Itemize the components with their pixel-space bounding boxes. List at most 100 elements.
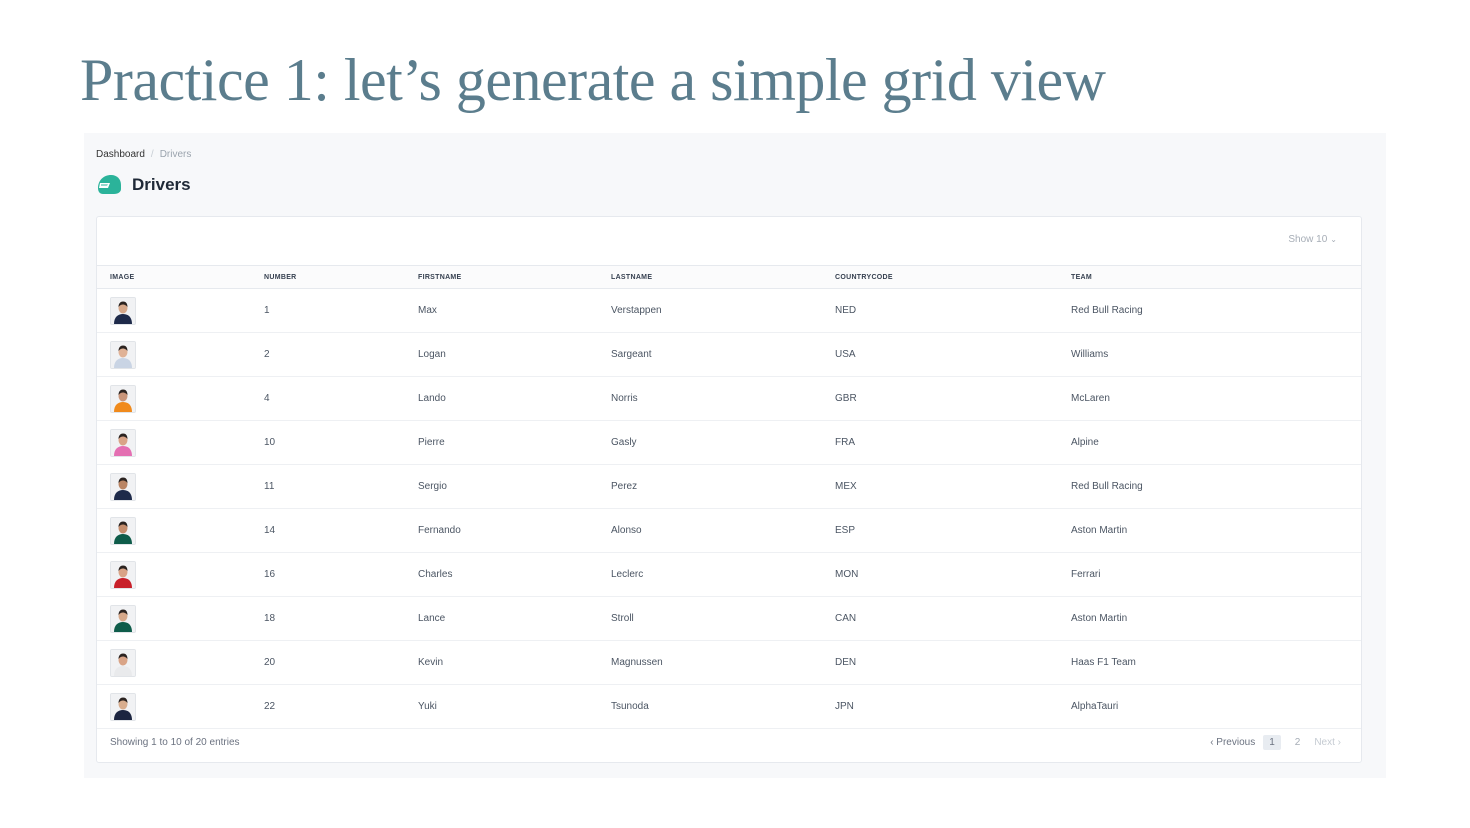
cell-lastname: Stroll — [598, 596, 822, 641]
cell-countrycode: ESP — [822, 508, 1058, 553]
driver-avatar — [110, 384, 136, 413]
pagination: ‹ Previous 1 2 Next › — [1210, 734, 1341, 750]
cell-number: 4 — [251, 376, 405, 421]
column-header-firstname[interactable]: FIRSTNAME — [405, 266, 598, 289]
next-page-button[interactable]: Next › — [1314, 737, 1341, 748]
table-toolbar: Show 10 ⌄ — [97, 217, 1361, 266]
cell-number: 16 — [251, 552, 405, 597]
cell-number: 2 — [251, 332, 405, 377]
cell-firstname: Logan — [405, 332, 598, 377]
table-row[interactable]: 16 Charles Leclerc MON Ferrari — [97, 552, 1361, 597]
page-size-select[interactable]: Show 10 ⌄ — [1288, 234, 1337, 245]
page-button-2[interactable]: 2 — [1289, 735, 1307, 750]
driver-avatar — [110, 296, 136, 325]
cell-lastname: Verstappen — [598, 288, 822, 333]
breadcrumb-separator: / — [150, 149, 154, 160]
cell-team: Williams — [1058, 332, 1361, 377]
helmet-icon — [98, 175, 121, 194]
cell-number: 1 — [251, 288, 405, 333]
driver-avatar — [110, 560, 136, 589]
driver-avatar — [110, 472, 136, 501]
cell-lastname: Norris — [598, 376, 822, 421]
table-row[interactable]: 14 Fernando Alonso ESP Aston Martin — [97, 508, 1361, 553]
cell-lastname: Sargeant — [598, 332, 822, 377]
driver-avatar — [110, 604, 136, 633]
cell-team: Red Bull Racing — [1058, 288, 1361, 333]
cell-firstname: Pierre — [405, 420, 598, 465]
breadcrumb: Dashboard / Drivers — [96, 149, 191, 160]
cell-team: Red Bull Racing — [1058, 464, 1361, 509]
cell-countrycode: MON — [822, 552, 1058, 597]
cell-firstname: Kevin — [405, 640, 598, 685]
drivers-table: IMAGE NUMBER FIRSTNAME LASTNAME COUNTRYC… — [97, 266, 1361, 729]
breadcrumb-current: Drivers — [159, 149, 192, 160]
cell-team: McLaren — [1058, 376, 1361, 421]
driver-avatar — [110, 648, 136, 677]
cell-number: 11 — [251, 464, 405, 509]
cell-image — [97, 596, 251, 641]
cell-firstname: Sergio — [405, 464, 598, 509]
chevron-right-icon: › — [1334, 736, 1341, 748]
column-header-image[interactable]: IMAGE — [97, 266, 251, 289]
drivers-table-card: Show 10 ⌄ IMAGE NUMBER FIRSTNAME LASTNAM… — [96, 216, 1362, 763]
page-title: Drivers — [132, 175, 191, 194]
slide-title: Practice 1: let’s generate a simple grid… — [80, 47, 1106, 113]
table-header-row: IMAGE NUMBER FIRSTNAME LASTNAME COUNTRYC… — [97, 266, 1361, 289]
cell-number: 20 — [251, 640, 405, 685]
cell-countrycode: CAN — [822, 596, 1058, 641]
column-header-team[interactable]: TEAM — [1058, 266, 1361, 289]
page-size-label: Show 10 — [1288, 234, 1328, 245]
column-header-number[interactable]: NUMBER — [251, 266, 405, 289]
cell-number: 18 — [251, 596, 405, 641]
entries-summary: Showing 1 to 10 of 20 entries — [110, 736, 240, 748]
previous-label: Previous — [1216, 736, 1256, 748]
cell-image — [97, 288, 251, 333]
table-row[interactable]: 20 Kevin Magnussen DEN Haas F1 Team — [97, 640, 1361, 685]
table-row[interactable]: 10 Pierre Gasly FRA Alpine — [97, 420, 1361, 465]
cell-image — [97, 376, 251, 421]
cell-lastname: Magnussen — [598, 640, 822, 685]
column-header-lastname[interactable]: LASTNAME — [598, 266, 822, 289]
previous-page-button[interactable]: ‹ Previous — [1210, 737, 1255, 748]
table-footer: Showing 1 to 10 of 20 entries ‹ Previous… — [97, 722, 1361, 762]
cell-lastname: Gasly — [598, 420, 822, 465]
cell-number: 14 — [251, 508, 405, 553]
cell-firstname: Charles — [405, 552, 598, 597]
page-button-1[interactable]: 1 — [1263, 734, 1281, 750]
table-row[interactable]: 2 Logan Sargeant USA Williams — [97, 332, 1361, 377]
cell-countrycode: DEN — [822, 640, 1058, 685]
next-label: Next — [1314, 736, 1335, 748]
cell-countrycode: MEX — [822, 464, 1058, 509]
cell-countrycode: FRA — [822, 420, 1058, 465]
cell-team: Haas F1 Team — [1058, 640, 1361, 685]
table-row[interactable]: 1 Max Verstappen NED Red Bull Racing — [97, 288, 1361, 333]
cell-team: Alpine — [1058, 420, 1361, 465]
app-window: Dashboard / Drivers Drivers Show 10 ⌄ IM… — [84, 133, 1386, 778]
cell-image — [97, 420, 251, 465]
driver-avatar — [110, 428, 136, 457]
driver-avatar — [110, 516, 136, 545]
table-row[interactable]: 18 Lance Stroll CAN Aston Martin — [97, 596, 1361, 641]
cell-countrycode: USA — [822, 332, 1058, 377]
cell-number: 10 — [251, 420, 405, 465]
column-header-countrycode[interactable]: COUNTRYCODE — [822, 266, 1058, 289]
breadcrumb-dashboard-link[interactable]: Dashboard — [96, 149, 145, 160]
cell-image — [97, 464, 251, 509]
cell-firstname: Max — [405, 288, 598, 333]
table-row[interactable]: 4 Lando Norris GBR McLaren — [97, 376, 1361, 421]
cell-countrycode: GBR — [822, 376, 1058, 421]
driver-avatar — [110, 692, 136, 721]
cell-countrycode: NED — [822, 288, 1058, 333]
cell-image — [97, 332, 251, 377]
cell-image — [97, 508, 251, 553]
cell-firstname: Lance — [405, 596, 598, 641]
driver-avatar — [110, 340, 136, 369]
cell-lastname: Leclerc — [598, 552, 822, 597]
cell-lastname: Alonso — [598, 508, 822, 553]
cell-lastname: Perez — [598, 464, 822, 509]
chevron-down-icon: ⌄ — [1330, 235, 1337, 244]
table-row[interactable]: 11 Sergio Perez MEX Red Bull Racing — [97, 464, 1361, 509]
cell-team: Aston Martin — [1058, 596, 1361, 641]
cell-image — [97, 640, 251, 685]
page-header: Drivers — [96, 173, 191, 197]
